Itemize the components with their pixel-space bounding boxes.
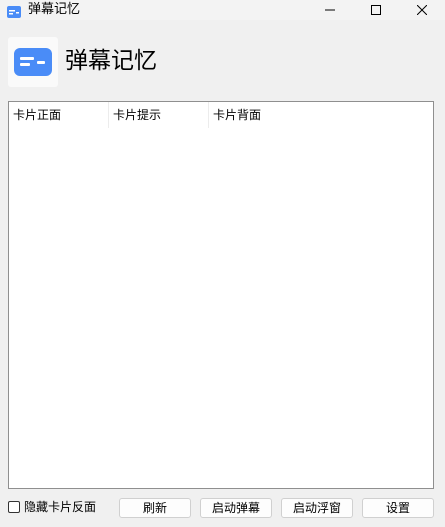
bottom-toolbar: 隐藏卡片反面 刷新 启动弹幕 启动浮窗 设置 <box>0 496 445 520</box>
start-float-window-button[interactable]: 启动浮窗 <box>281 498 353 518</box>
minimize-button[interactable] <box>307 0 353 20</box>
start-danmaku-button[interactable]: 启动弹幕 <box>200 498 272 518</box>
hide-back-checkbox[interactable] <box>8 501 20 513</box>
settings-button[interactable]: 设置 <box>362 498 434 518</box>
maximize-button[interactable] <box>353 0 399 20</box>
window-title: 弹幕记忆 <box>28 2 81 17</box>
refresh-button[interactable]: 刷新 <box>119 498 191 518</box>
minimize-icon <box>325 9 335 11</box>
close-button[interactable] <box>399 0 445 20</box>
app-logo <box>8 37 58 87</box>
column-header-back[interactable]: 卡片背面 <box>209 102 309 128</box>
app-title: 弹幕记忆 <box>65 48 157 74</box>
app-icon <box>7 3 21 18</box>
maximize-icon <box>371 5 381 15</box>
hide-back-label[interactable]: 隐藏卡片反面 <box>24 499 96 515</box>
close-icon <box>417 5 427 15</box>
chat-bubble-icon <box>14 48 52 76</box>
column-header-hint[interactable]: 卡片提示 <box>109 102 209 128</box>
column-header-front[interactable]: 卡片正面 <box>9 102 109 128</box>
card-table[interactable]: 卡片正面 卡片提示 卡片背面 <box>8 101 434 489</box>
title-bar: 弹幕记忆 <box>0 0 445 20</box>
